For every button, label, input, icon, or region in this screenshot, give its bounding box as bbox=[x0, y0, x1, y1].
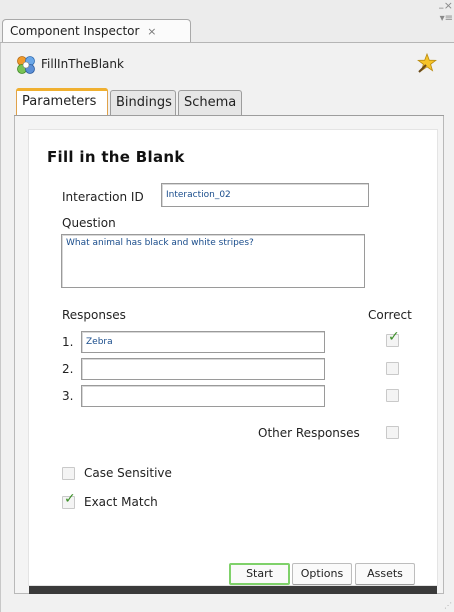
question-field[interactable]: What animal has black and white stripes? bbox=[61, 234, 365, 288]
correct-label: Correct bbox=[368, 308, 412, 322]
response-3-field[interactable] bbox=[81, 385, 325, 407]
content-bottom-strip bbox=[29, 586, 437, 594]
exact-match-label: Exact Match bbox=[84, 495, 158, 509]
close-window-icon[interactable]: × bbox=[444, 0, 453, 11]
options-button[interactable]: Options bbox=[292, 563, 352, 585]
resize-grip-icon[interactable]: ⋰ bbox=[444, 602, 452, 610]
component-name: FillInTheBlank bbox=[41, 57, 124, 71]
response-number: 2. bbox=[62, 362, 74, 376]
tab-bindings-label: Bindings bbox=[116, 95, 172, 110]
panel-tab-label: Component Inspector bbox=[10, 24, 140, 38]
checkmark-icon: ✓ bbox=[388, 329, 400, 345]
case-sensitive-checkbox[interactable] bbox=[62, 467, 75, 480]
case-sensitive-label: Case Sensitive bbox=[84, 466, 172, 480]
checkmark-icon: ✓ bbox=[64, 491, 76, 507]
tab-parameters[interactable]: Parameters bbox=[16, 88, 108, 115]
start-button[interactable]: Start bbox=[229, 563, 290, 585]
response-3-correct-checkbox[interactable] bbox=[386, 389, 399, 402]
magic-wand-star-icon[interactable] bbox=[416, 52, 438, 74]
response-2-correct-checkbox[interactable] bbox=[386, 362, 399, 375]
panel-tab-component-inspector[interactable]: Component Inspector × bbox=[2, 19, 191, 43]
response-1-field[interactable]: Zebra bbox=[81, 331, 325, 353]
tab-parameters-label: Parameters bbox=[22, 94, 97, 109]
response-1-correct-checkbox[interactable]: ✓ bbox=[386, 330, 400, 347]
interaction-id-label: Interaction ID bbox=[62, 190, 144, 204]
panel-menu-icon[interactable]: ▾≡ bbox=[440, 14, 453, 24]
tab-bindings[interactable]: Bindings bbox=[110, 90, 176, 115]
component-icon bbox=[17, 56, 35, 74]
other-responses-label: Other Responses bbox=[258, 426, 360, 440]
question-label: Question bbox=[62, 216, 116, 230]
tab-close-icon[interactable]: × bbox=[147, 25, 156, 38]
page-title: Fill in the Blank bbox=[47, 148, 185, 166]
other-responses-checkbox[interactable] bbox=[386, 426, 399, 439]
tab-schema-label: Schema bbox=[184, 95, 237, 110]
response-number: 1. bbox=[62, 335, 74, 349]
assets-button[interactable]: Assets bbox=[355, 563, 415, 585]
response-number: 3. bbox=[62, 389, 74, 403]
tab-schema[interactable]: Schema bbox=[178, 90, 242, 115]
interaction-id-field[interactable]: Interaction_02 bbox=[161, 183, 369, 207]
responses-label: Responses bbox=[62, 308, 126, 322]
exact-match-checkbox[interactable]: ✓ bbox=[62, 492, 76, 509]
response-2-field[interactable] bbox=[81, 358, 325, 380]
